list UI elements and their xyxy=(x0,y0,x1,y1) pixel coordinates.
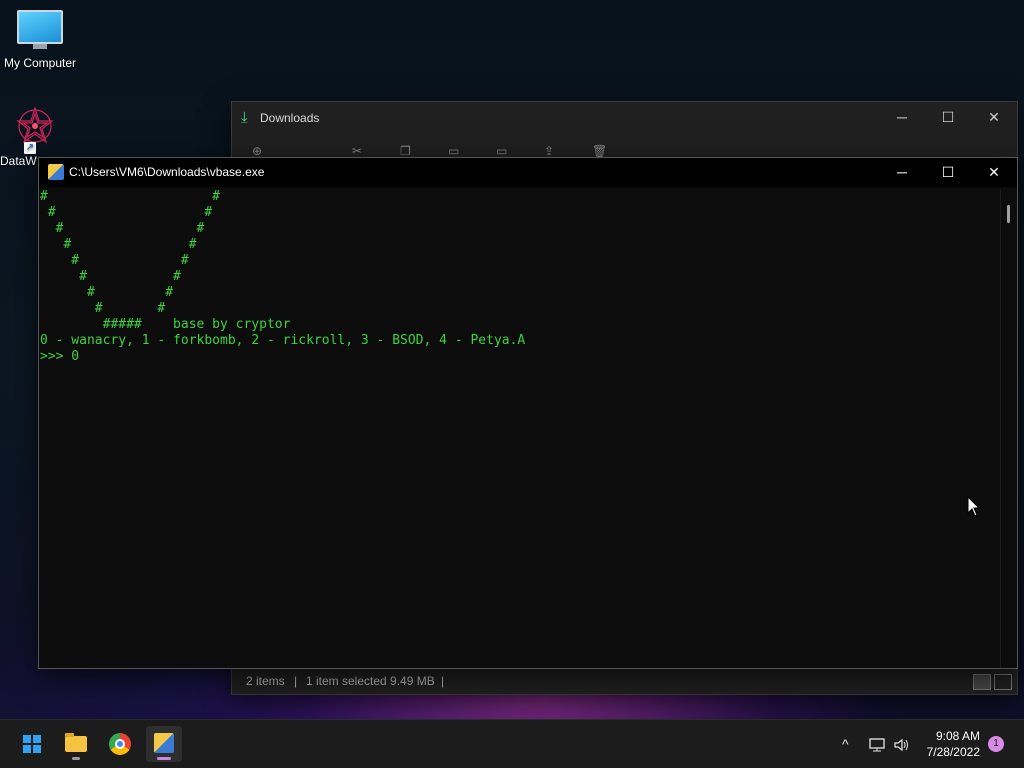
desktop-icon-my-computer[interactable]: My Computer xyxy=(0,10,80,70)
share-icon[interactable]: ⇪ xyxy=(544,144,554,158)
maximize-button[interactable]: ☐ xyxy=(925,102,971,134)
console-app-icon xyxy=(154,733,174,753)
paste-icon[interactable]: ▭ xyxy=(448,144,459,158)
download-icon: ⤓ xyxy=(241,109,248,126)
details-view-icon[interactable] xyxy=(973,674,991,690)
console-line: # # xyxy=(40,189,221,204)
title-bar[interactable]: ⤓ Downloads ─ ☐ ✕ xyxy=(232,102,1017,134)
console-line: # # xyxy=(40,301,166,316)
close-button[interactable]: ✕ xyxy=(971,102,1017,134)
shortcut-arrow-icon: ↗ xyxy=(24,142,36,154)
cut-icon[interactable]: ✂ xyxy=(352,144,362,158)
desktop-icon-label: My Computer xyxy=(3,56,77,70)
clock-time: 9:08 AM xyxy=(935,729,980,743)
minimize-button[interactable]: ─ xyxy=(879,102,925,134)
window-title: C:\Users\VM6\Downloads\vbase.exe xyxy=(69,165,265,179)
vertical-scrollbar[interactable] xyxy=(1000,189,1017,668)
console-prompt-line[interactable]: >>> 0 xyxy=(40,349,1001,365)
monitor-icon xyxy=(17,10,63,49)
taskbar-vbase[interactable] xyxy=(146,726,182,762)
start-button[interactable] xyxy=(14,726,50,762)
chrome-icon xyxy=(109,733,131,755)
title-bar[interactable]: C:\Users\VM6\Downloads\vbase.exe ─ ☐ ✕ xyxy=(39,158,1017,187)
datawiper-icon: ↗ xyxy=(12,104,58,154)
windows-logo-icon xyxy=(23,735,41,753)
taskbar-chrome[interactable] xyxy=(102,726,138,762)
console-app-icon xyxy=(48,164,64,180)
show-hidden-icons-chevron-icon[interactable]: ^ xyxy=(842,720,849,768)
console-window[interactable]: C:\Users\VM6\Downloads\vbase.exe ─ ☐ ✕ #… xyxy=(38,157,1018,669)
folder-icon xyxy=(65,733,87,752)
minimize-button[interactable]: ─ xyxy=(879,158,925,187)
new-icon[interactable]: ⊕ xyxy=(252,144,262,158)
delete-icon[interactable]: 🗑 xyxy=(592,144,607,158)
volume-icon[interactable] xyxy=(893,720,911,768)
copy-icon[interactable]: ❐ xyxy=(400,144,411,158)
console-menu-line: 0 - wanacry, 1 - forkbomb, 2 - rickroll,… xyxy=(40,333,526,348)
clock-date: 7/28/2022 xyxy=(926,745,980,759)
console-output[interactable]: # # # # # # # # # # # # # # # # ##### ba… xyxy=(40,189,1001,668)
system-clock[interactable]: 9:08 AM 7/28/2022 xyxy=(927,728,980,760)
close-button[interactable]: ✕ xyxy=(971,158,1017,187)
console-line: # # xyxy=(40,269,181,284)
console-line: # # xyxy=(40,221,205,236)
status-bar: 2 items | 1 item selected 9.49 MB | xyxy=(232,668,1017,694)
status-separator: | xyxy=(441,674,445,688)
maximize-button[interactable]: ☐ xyxy=(925,158,971,187)
running-indicator xyxy=(72,757,80,760)
running-indicator xyxy=(157,757,171,760)
status-separator: | xyxy=(294,674,298,688)
taskbar-file-explorer[interactable] xyxy=(58,726,94,762)
console-line: # # xyxy=(40,253,189,268)
network-icon[interactable] xyxy=(868,720,886,768)
console-line: # # xyxy=(40,237,197,252)
scrollbar-thumb[interactable] xyxy=(1007,205,1010,223)
selection-info: 1 item selected 9.49 MB xyxy=(306,674,435,688)
window-title: Downloads xyxy=(260,111,320,125)
rename-icon[interactable]: ▭ xyxy=(496,144,507,158)
console-line: # # xyxy=(40,285,174,300)
console-line: ##### base by cryptor xyxy=(40,317,291,332)
command-bar: ⊕ ✂ ❐ ▭ ▭ ⇪ 🗑 xyxy=(232,142,1017,158)
console-line: # # xyxy=(40,205,213,220)
large-icons-view-icon[interactable] xyxy=(994,674,1012,690)
item-count: 2 items xyxy=(246,674,285,688)
notification-badge[interactable]: 1 xyxy=(988,736,1004,752)
taskbar: ^ 9:08 AM 7/28/2022 1 xyxy=(0,719,1024,768)
